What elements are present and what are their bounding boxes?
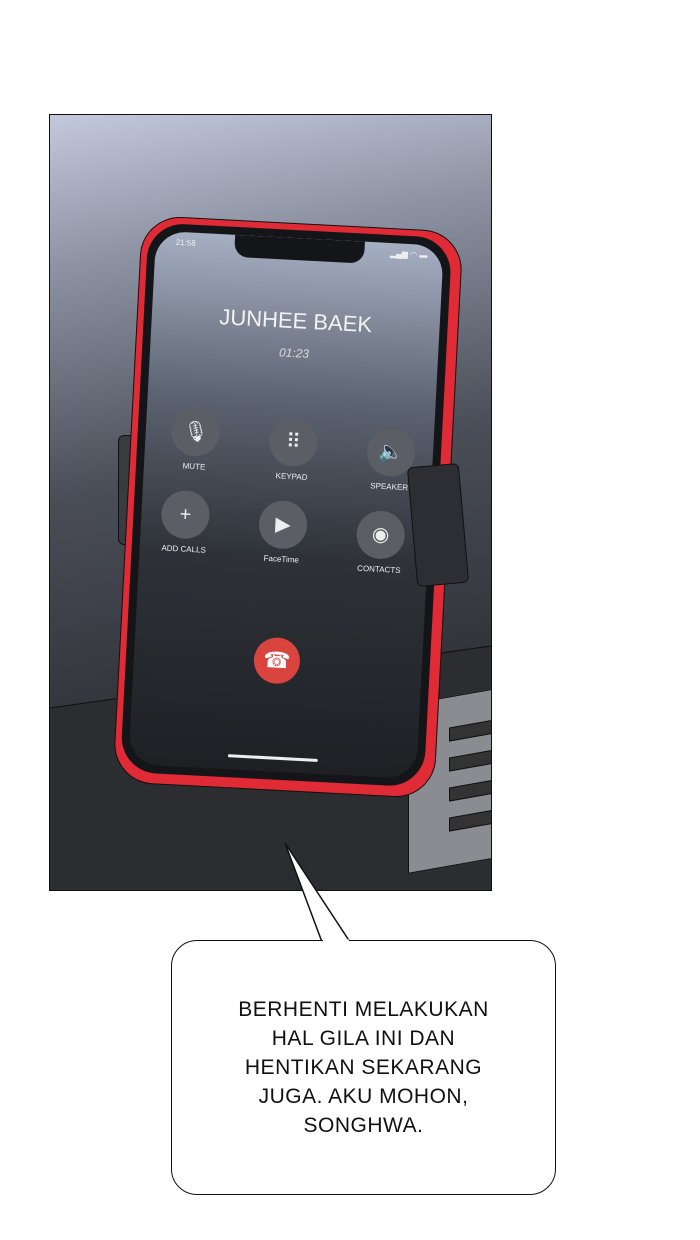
tail-join — [323, 939, 349, 943]
